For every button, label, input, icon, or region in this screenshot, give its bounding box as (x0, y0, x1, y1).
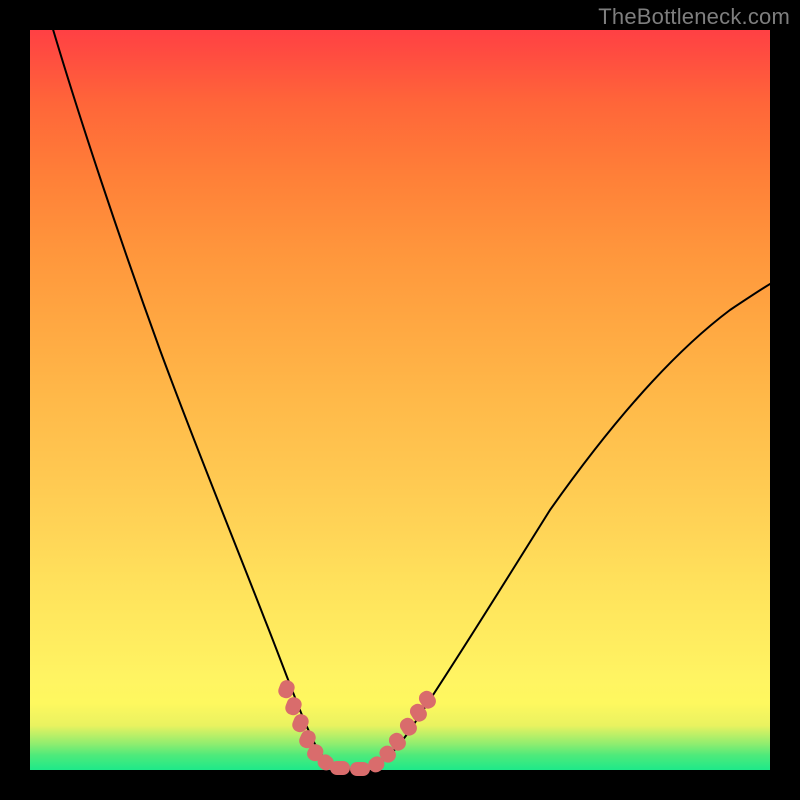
marker-dot (276, 678, 296, 700)
marker-dot (350, 762, 370, 776)
bottom-markers-group (276, 678, 438, 776)
watermark-text: TheBottleneck.com (598, 4, 790, 30)
bottleneck-curve-path (52, 26, 770, 769)
marker-dot (283, 695, 303, 717)
chart-frame: TheBottleneck.com (0, 0, 800, 800)
marker-dot (330, 761, 350, 775)
plot-area (30, 30, 770, 770)
curve-svg (30, 30, 770, 770)
